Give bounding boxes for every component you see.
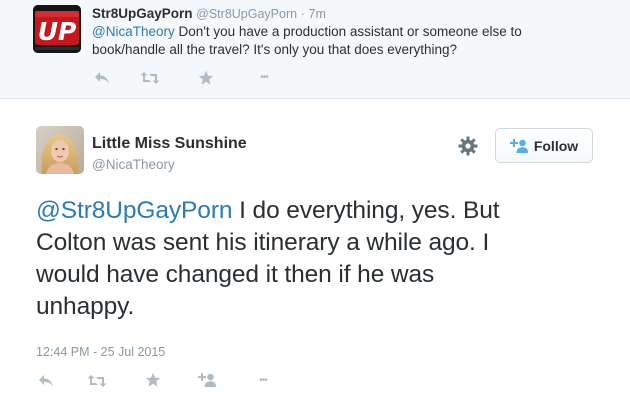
avatar[interactable] — [36, 126, 84, 174]
retweet-icon — [87, 375, 107, 387]
follow-button[interactable]: Follow — [495, 128, 593, 163]
mention-link[interactable]: @Str8UpGayPorn — [36, 197, 233, 224]
favorite-button[interactable] — [143, 370, 163, 390]
reply-button[interactable] — [36, 371, 56, 391]
reply-icon — [39, 375, 53, 387]
reply-icon — [95, 72, 109, 84]
favorite-button[interactable] — [196, 68, 216, 88]
str8upgayporn-logo-icon: UP — [33, 5, 81, 53]
retweet-button[interactable] — [87, 371, 107, 391]
more-button[interactable]: ••• — [252, 68, 276, 88]
gear-icon — [458, 136, 478, 156]
ellipsis-icon: ••• — [259, 375, 267, 386]
tweet-time[interactable]: 7m — [309, 7, 326, 21]
author-handle[interactable]: @Str8UpGayPorn — [196, 7, 297, 21]
mention-link[interactable]: @NicaTheory — [92, 24, 175, 39]
author-name[interactable]: Str8UpGayPorn — [92, 6, 193, 21]
tweet-timestamp[interactable]: 12:44 PM - 25 Jul 2015 — [36, 345, 165, 359]
author-name[interactable]: Little Miss Sunshine — [92, 135, 247, 153]
reply-tweet: UP Str8UpGayPorn @Str8UpGayPorn · 7m @Ni… — [0, 0, 630, 99]
tweet-text-line: unhappy. — [36, 293, 135, 320]
profile-photo-icon — [36, 126, 84, 174]
tweet-text-line: Colton was sent his itinerary a while ag… — [36, 229, 490, 256]
tweet-header: Str8UpGayPorn @Str8UpGayPorn · 7m — [92, 6, 326, 22]
tweet-text: @NicaTheory Don't you have a production … — [92, 23, 612, 59]
tweet-text-line: would have changed it then if he was — [36, 261, 435, 288]
follow-label: Follow — [533, 137, 579, 154]
avatar[interactable]: UP — [33, 5, 81, 53]
star-icon — [198, 70, 214, 85]
tweet-text-line: Don't you have a production assistant or… — [174, 24, 522, 39]
separator-dot: · — [300, 7, 305, 21]
settings-button[interactable] — [457, 135, 479, 157]
add-user-icon — [198, 373, 216, 387]
tweet-text-line: book/handle all the travel? It's only yo… — [92, 42, 458, 57]
reply-button[interactable] — [92, 68, 112, 88]
add-user-icon — [509, 138, 528, 153]
star-icon — [145, 372, 161, 387]
more-button[interactable]: ••• — [251, 371, 275, 391]
tweet-text: @Str8UpGayPorn I do everything, yes. But… — [36, 195, 616, 323]
author-handle[interactable]: @NicaTheory — [92, 157, 175, 172]
follow-action-button[interactable] — [196, 370, 218, 390]
logo-text: UP — [38, 17, 77, 46]
tweet-text-line: I do everything, yes. But — [232, 197, 500, 224]
retweet-icon — [140, 72, 160, 84]
retweet-button[interactable] — [140, 68, 160, 88]
ellipsis-icon: ••• — [260, 72, 268, 83]
